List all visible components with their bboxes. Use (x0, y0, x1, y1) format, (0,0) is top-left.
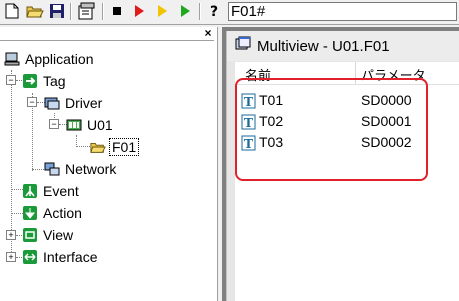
event-icon (22, 183, 38, 199)
tree-connector (76, 146, 90, 147)
tag-parameter: SD0000 (361, 92, 412, 108)
tree-item-application[interactable]: Application (4, 49, 96, 69)
panel-divider (0, 40, 214, 41)
tree-item-label: Driver (65, 95, 103, 111)
column-header-parameter[interactable]: パラメータ (361, 65, 426, 84)
tag-name: T03 (259, 134, 284, 150)
tree-expander-view[interactable]: + (6, 230, 16, 240)
stop-icon[interactable] (108, 2, 126, 20)
tag-icon (22, 73, 38, 89)
list-header: 名前 パラメータ (235, 62, 459, 85)
multiview-window-icon (235, 36, 251, 56)
text-tag-icon: T (241, 135, 256, 154)
multiview-title: Multiview - U01.F01 (257, 37, 390, 55)
close-icon[interactable]: × (202, 27, 214, 39)
tree-item-label: Action (43, 205, 82, 221)
run-icon[interactable] (130, 2, 148, 20)
tree-item-action[interactable]: Action (22, 203, 84, 223)
network-icon (44, 161, 60, 177)
tree-expander-u01[interactable]: − (49, 119, 59, 129)
tag-parameter: SD0001 (361, 113, 412, 129)
save-icon[interactable] (48, 2, 66, 20)
tree-item-event[interactable]: Event (22, 181, 81, 201)
text-tag-icon: T (241, 93, 256, 112)
toolbar-separator (70, 3, 72, 20)
column-header-name[interactable]: 名前 (245, 65, 271, 84)
list-item[interactable]: T T03 SD0002 (235, 133, 459, 153)
tree-item-label: Network (65, 161, 117, 177)
tree-item-interface[interactable]: Interface (22, 247, 99, 267)
svg-text:T: T (244, 95, 253, 109)
computer-icon (4, 51, 20, 67)
tree-item-driver[interactable]: Driver (44, 93, 104, 113)
svg-text:?: ? (210, 4, 218, 19)
list-item[interactable]: T T01 SD0000 (235, 91, 459, 111)
tree-item-label: F01 (109, 138, 140, 156)
play-icon[interactable] (176, 2, 194, 20)
tree-item-label: Event (43, 183, 79, 199)
column-divider[interactable] (355, 62, 356, 84)
tree-item-label: Tag (43, 73, 66, 89)
new-file-icon[interactable] (3, 2, 21, 20)
tag-parameter: SD0002 (361, 134, 412, 150)
driver-icon (44, 95, 60, 111)
svg-text:T: T (244, 116, 253, 130)
action-icon (22, 205, 38, 221)
list-item[interactable]: T T02 SD0001 (235, 112, 459, 132)
help-icon[interactable]: ? (205, 2, 223, 20)
tag-address-input[interactable]: F01# (228, 2, 457, 21)
tree-item-label: U01 (87, 117, 113, 133)
tree-item-view[interactable]: View (22, 225, 75, 245)
folder-icon (90, 139, 106, 155)
step-icon[interactable] (153, 2, 171, 20)
tag-list: 名前 パラメータ T T01 SD0000 T T02 SD0001 T T03… (235, 62, 459, 301)
toolbar-separator (199, 3, 201, 20)
view-icon (22, 227, 38, 243)
interface-icon (22, 249, 38, 265)
tag-name: T02 (259, 113, 284, 129)
toolbar: ? F01# (0, 0, 459, 25)
tag-name: T01 (259, 92, 284, 108)
tree-expander-tag[interactable]: − (6, 75, 16, 85)
toolbar-separator (102, 3, 104, 20)
tree-item-network[interactable]: Network (44, 159, 118, 179)
multiview-window: Multiview - U01.F01 名前 パラメータ T T01 SD000… (226, 31, 459, 301)
project-tree-panel: × − − − + + Application Tag Driver U01 F… (0, 27, 218, 301)
tree-item-label: Application (25, 51, 94, 67)
open-folder-icon[interactable] (26, 2, 44, 20)
tree-item-label: Interface (43, 249, 98, 265)
properties-icon[interactable] (78, 2, 96, 20)
multiview-title-bar[interactable]: Multiview - U01.F01 (227, 31, 459, 61)
tree-expander-interface[interactable]: + (6, 252, 16, 262)
text-tag-icon: T (241, 114, 256, 133)
tree-item-f01[interactable]: F01 (90, 137, 140, 157)
svg-text:T: T (244, 137, 253, 151)
tree-item-tag[interactable]: Tag (22, 71, 68, 91)
unit-icon (66, 117, 82, 133)
tree-item-label: View (43, 227, 74, 243)
tree-expander-driver[interactable]: − (27, 97, 37, 107)
tree-item-u01[interactable]: U01 (66, 115, 115, 135)
